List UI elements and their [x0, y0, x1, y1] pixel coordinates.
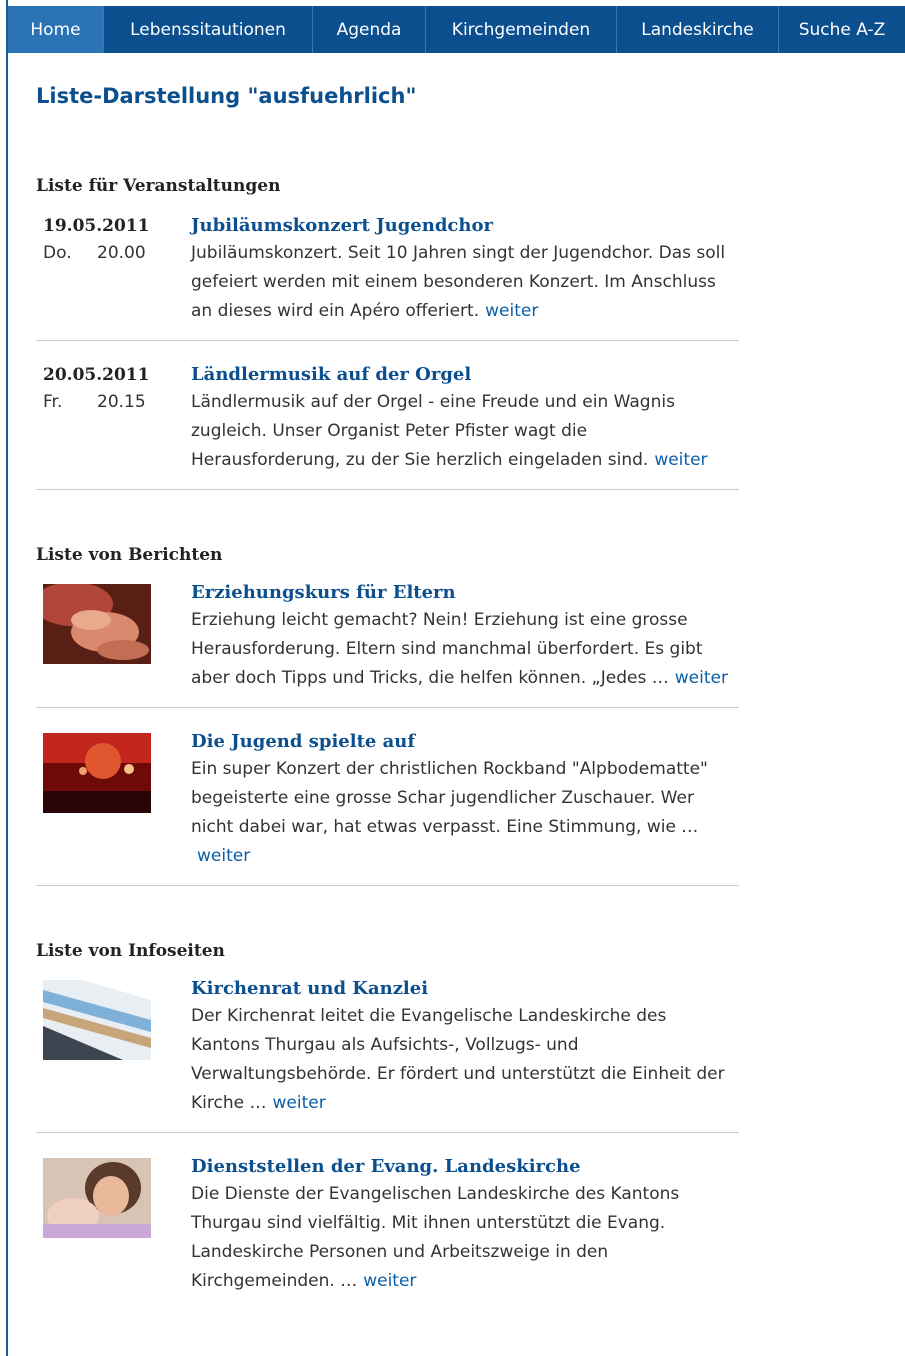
- weiter-link[interactable]: weiter: [363, 1271, 416, 1291]
- infopage-thumbnail-mother-child[interactable]: [43, 1158, 151, 1238]
- event-item: 20.05.2011 Fr. 20.15 Ländlermusik auf der…: [36, 341, 739, 490]
- infopage-item: Dienststellen der Evang. Landeskirche Di…: [36, 1133, 739, 1310]
- event-weekday: Fr.: [43, 392, 63, 412]
- nav-item-landeskirche[interactable]: Landeskirche: [617, 6, 779, 53]
- infopage-item: Kirchenrat und Kanzlei Der Kirchenrat le…: [36, 967, 739, 1133]
- event-body: Jubiläumskonzert Jugendchor Jubiläumskon…: [191, 213, 739, 326]
- event-weekday: Do.: [43, 243, 72, 263]
- main-navigation: Home Lebenssitautionen Agenda Kirchgemei…: [8, 6, 905, 53]
- nav-item-lebenssituationen[interactable]: Lebenssitautionen: [104, 6, 313, 53]
- infopage-title-link[interactable]: Dienststellen der Evang. Landeskirche: [191, 1154, 739, 1180]
- infopages-section-title: Liste von Infoseiten: [36, 941, 225, 961]
- infopage-description: Die Dienste der Evangelischen Landeskirc…: [191, 1180, 739, 1296]
- weiter-link[interactable]: weiter: [485, 301, 538, 321]
- infopage-body: Kirchenrat und Kanzlei Der Kirchenrat le…: [191, 976, 739, 1118]
- report-text: Erziehung leicht gemacht? Nein! Erziehun…: [191, 610, 703, 688]
- infopage-thumbnail-column: [36, 1154, 191, 1296]
- infopage-text: Die Dienste der Evangelischen Landeskirc…: [191, 1184, 680, 1291]
- event-date: 19.05.2011: [43, 216, 150, 236]
- report-body: Die Jugend spielte auf Ein super Konzert…: [191, 729, 739, 871]
- weiter-link[interactable]: weiter: [675, 668, 728, 688]
- event-description: Ländlermusik auf der Orgel - eine Freude…: [191, 388, 739, 475]
- nav-item-suche-a-z[interactable]: Suche A-Z: [779, 6, 905, 53]
- event-date: 20.05.2011: [43, 365, 150, 385]
- report-thumbnail-concert[interactable]: [43, 733, 151, 813]
- report-text: Ein super Konzert der christlichen Rockb…: [191, 759, 708, 837]
- event-date-column: 20.05.2011 Fr. 20.15: [36, 362, 191, 475]
- nav-item-agenda[interactable]: Agenda: [313, 6, 426, 53]
- weiter-link[interactable]: weiter: [272, 1093, 325, 1113]
- event-date-column: 19.05.2011 Do. 20.00: [36, 213, 191, 326]
- infopage-title-link[interactable]: Kirchenrat und Kanzlei: [191, 976, 739, 1002]
- reports-section-title: Liste von Berichten: [36, 545, 223, 565]
- event-body: Ländlermusik auf der Orgel Ländlermusik …: [191, 362, 739, 475]
- event-title-link[interactable]: Jubiläumskonzert Jugendchor: [191, 213, 739, 239]
- report-item: Die Jugend spielte auf Ein super Konzert…: [36, 708, 739, 886]
- report-item: Erziehungskurs für Eltern Erziehung leic…: [36, 571, 739, 708]
- infopage-description: Der Kirchenrat leitet die Evangelische L…: [191, 1002, 739, 1118]
- page-title: Liste-Darstellung "ausfuehrlich": [36, 84, 417, 108]
- event-clock: 20.15: [97, 392, 146, 412]
- report-title-link[interactable]: Die Jugend spielte auf: [191, 729, 739, 755]
- event-clock: 20.00: [97, 243, 146, 263]
- event-title-link[interactable]: Ländlermusik auf der Orgel: [191, 362, 739, 388]
- main-content: Liste-Darstellung "ausfuehrlich" Liste f…: [36, 84, 739, 1310]
- event-description: Jubiläumskonzert. Seit 10 Jahren singt d…: [191, 239, 739, 326]
- event-text: Jubiläumskonzert. Seit 10 Jahren singt d…: [191, 243, 726, 321]
- weiter-link[interactable]: weiter: [197, 846, 250, 866]
- infopage-thumbnail-column: [36, 976, 191, 1118]
- infopage-body: Dienststellen der Evang. Landeskirche Di…: [191, 1154, 739, 1296]
- weiter-link[interactable]: weiter: [654, 450, 707, 470]
- event-text: Ländlermusik auf der Orgel - eine Freude…: [191, 392, 675, 470]
- page-left-border: [0, 0, 8, 1356]
- report-description: Ein super Konzert der christlichen Rockb…: [191, 755, 739, 871]
- event-item: 19.05.2011 Do. 20.00 Jubiläumskonzert Jug…: [36, 202, 739, 341]
- events-section-title: Liste für Veranstaltungen: [36, 176, 281, 196]
- infopage-thumbnail-files[interactable]: [43, 980, 151, 1060]
- report-body: Erziehungskurs für Eltern Erziehung leic…: [191, 580, 739, 693]
- report-thumbnail-column: [36, 729, 191, 871]
- report-thumbnail-hands[interactable]: [43, 584, 151, 664]
- event-time: Fr. 20.15: [43, 388, 191, 417]
- nav-item-home[interactable]: Home: [8, 6, 104, 53]
- event-time: Do. 20.00: [43, 239, 191, 268]
- report-description: Erziehung leicht gemacht? Nein! Erziehun…: [191, 606, 739, 693]
- report-thumbnail-column: [36, 580, 191, 693]
- nav-item-kirchgemeinden[interactable]: Kirchgemeinden: [426, 6, 617, 53]
- report-title-link[interactable]: Erziehungskurs für Eltern: [191, 580, 739, 606]
